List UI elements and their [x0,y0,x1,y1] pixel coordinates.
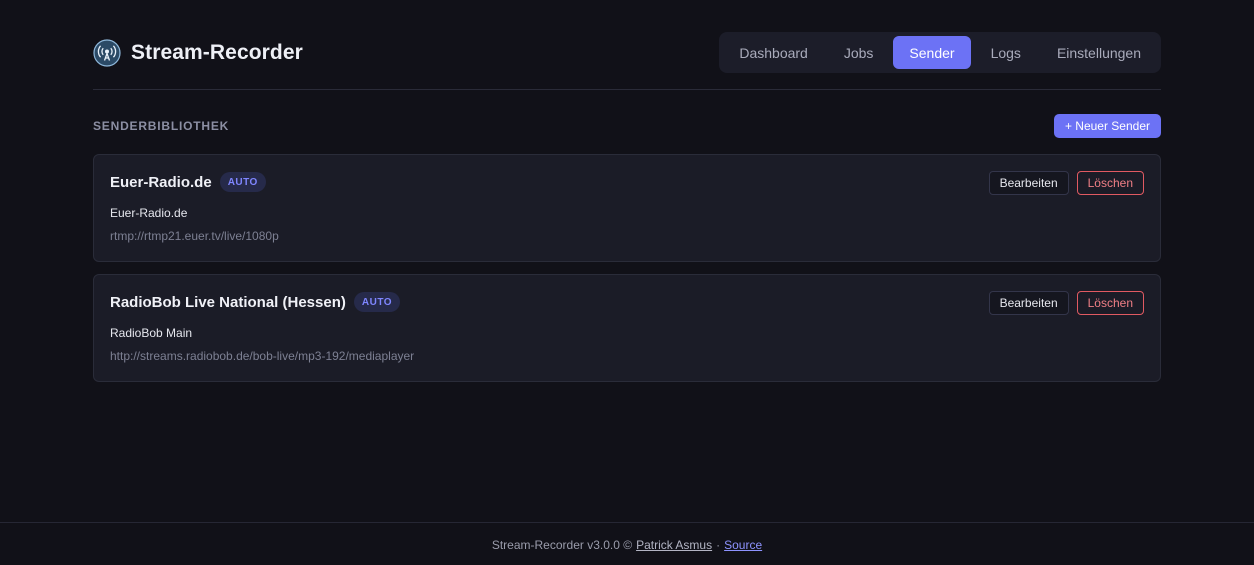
edit-button[interactable]: Bearbeiten [988,171,1069,195]
station-url: http://streams.radiobob.de/bob-live/mp3-… [110,349,415,363]
section-title: SENDERBIBLIOTHEK [93,119,230,133]
station-card: Euer-Radio.de AUTO Euer-Radio.de rtmp://… [93,154,1161,262]
delete-button[interactable]: Löschen [1076,171,1144,195]
station-subtitle: RadioBob Main [110,326,193,340]
station-card: RadioBob Live National (Hessen) AUTO Rad… [93,274,1161,382]
station-header: Euer-Radio.de AUTO [110,172,266,192]
station-name: RadioBob Live National (Hessen) [110,293,346,311]
main-nav: Dashboard Jobs Sender Logs Einstellungen [719,32,1161,73]
auto-badge: AUTO [353,292,401,312]
app-header: Stream-Recorder Dashboard Jobs Sender Lo… [93,32,1161,73]
source-link[interactable]: Source [724,538,762,552]
nav-sender[interactable]: Sender [893,36,971,69]
delete-button[interactable]: Löschen [1076,291,1144,315]
station-subtitle: Euer-Radio.de [110,206,188,220]
broadcast-icon [93,38,121,67]
nav-einstellungen[interactable]: Einstellungen [1041,36,1157,69]
app-title: Stream-Recorder [131,40,303,64]
station-url: rtmp://rtmp21.euer.tv/live/1080p [110,229,279,243]
app-root: Stream-Recorder Dashboard Jobs Sender Lo… [0,0,1254,565]
auto-badge: AUTO [219,172,266,192]
header-divider [93,89,1161,90]
station-header: RadioBob Live National (Hessen) AUTO [110,292,401,312]
nav-jobs[interactable]: Jobs [828,36,890,69]
nav-logs[interactable]: Logs [975,36,1037,69]
station-actions: Bearbeiten Löschen [988,171,1144,195]
footer-separator: · [716,538,721,552]
author-link[interactable]: Patrick Asmus [636,538,712,552]
new-sender-button[interactable]: + Neuer Sender [1053,114,1161,138]
edit-button[interactable]: Bearbeiten [988,291,1069,315]
station-name: Euer-Radio.de [110,173,212,191]
station-actions: Bearbeiten Löschen [988,291,1144,315]
brand[interactable]: Stream-Recorder [93,38,303,67]
nav-dashboard[interactable]: Dashboard [723,36,824,69]
footer-divider [0,522,1254,523]
footer: Stream-Recorder v3.0.0 © Patrick Asmus ·… [0,537,1254,553]
footer-text: Stream-Recorder v3.0.0 © [491,538,633,552]
section-header: SENDERBIBLIOTHEK + Neuer Sender [93,114,1161,138]
